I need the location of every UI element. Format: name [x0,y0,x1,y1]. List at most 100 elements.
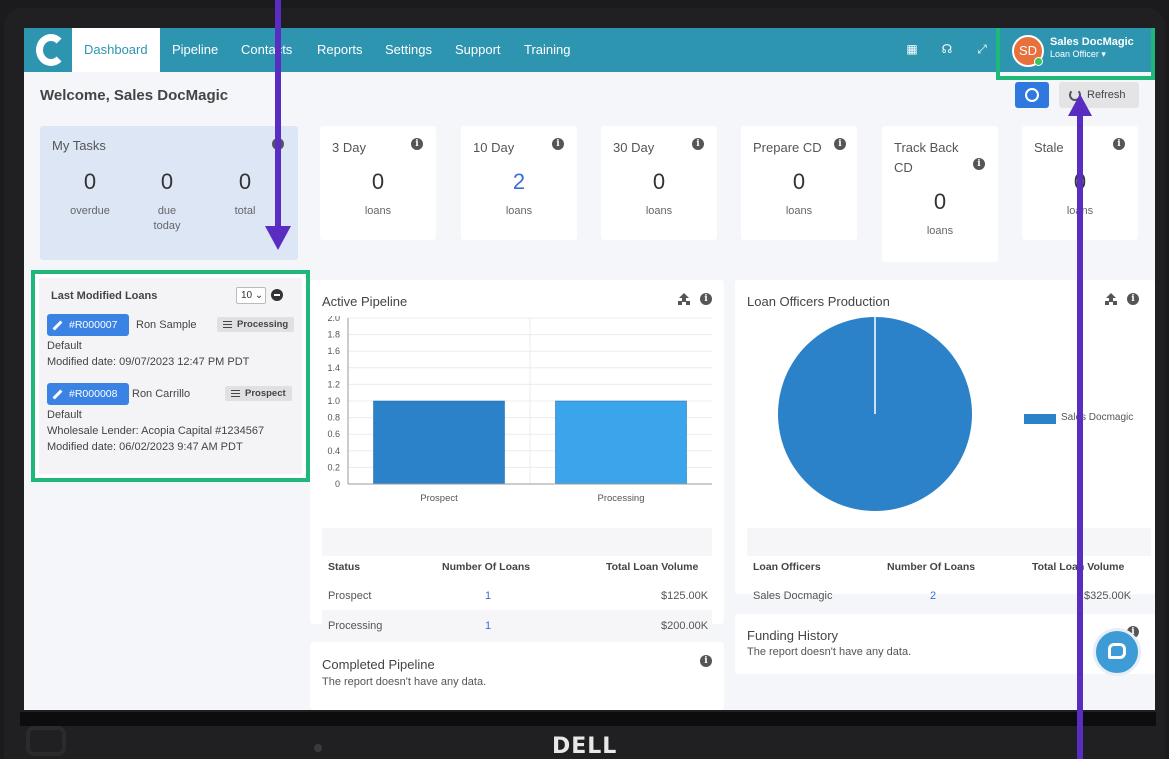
y-tick-label: 1.2 [327,379,340,389]
tasks-title: My Tasks [52,138,106,153]
play-video-button[interactable] [1015,82,1049,108]
loan-link-button[interactable]: #R000007 [47,314,129,336]
user-menu[interactable]: SD Sales DocMagic Loan Officer ▾ [996,28,1155,80]
nav-pipeline[interactable]: Pipeline [172,28,218,72]
headset-icon[interactable]: ☊ [939,41,955,57]
y-tick-label: 0 [335,479,340,489]
loan-link-button[interactable]: #R000008 [47,383,129,405]
stat-unit: loans [785,205,813,217]
page-size-select[interactable]: 10 ⌄ [236,287,266,304]
stat-card-prepare-cd[interactable]: Prepare CD i 0 loans [741,126,857,240]
collapse-icon[interactable] [271,289,283,301]
info-icon[interactable]: i [552,138,564,150]
funding-history-panel: Funding History The report doesn't have … [735,614,1155,674]
laptop-chin [20,712,1156,726]
loan-count-link[interactable]: 2 [930,590,936,602]
stat-value: 0 [792,169,806,194]
panel-title: Loan Officers Production [747,294,890,309]
panel-title: Last Modified Loans [51,290,158,302]
user-role-dropdown[interactable]: Loan Officer ▾ [1050,49,1106,60]
table-cell: Processing [328,620,383,632]
export-icon[interactable] [678,293,690,305]
top-navbar: Dashboard Pipeline Contacts Reports Sett… [24,28,1155,72]
info-icon[interactable]: i [973,158,985,170]
tasks-due-today-label: due today [153,205,181,232]
stat-title: 10 Day [473,140,515,155]
panel-title: Completed Pipeline [322,657,435,672]
y-tick-label: 2.0 [327,316,340,323]
nav-training[interactable]: Training [524,28,570,72]
tasks-overdue-label: overdue [70,205,110,217]
y-tick-label: 0.6 [327,429,340,439]
info-icon[interactable]: i [1113,138,1125,150]
annotation-arrow-head [1068,94,1092,116]
x-tick-label: Processing [598,493,645,504]
user-name: Sales DocMagic [1050,36,1134,48]
borrower-name: Ron Carrillo [132,388,191,400]
column-header: Status [328,561,361,573]
page-size-value: 10 [241,290,253,301]
loan-count-link[interactable]: 1 [485,620,491,632]
stat-unit: loans [364,205,392,217]
nav-dashboard[interactable]: Dashboard [72,28,160,72]
table-cell: $200.00K [661,620,709,632]
info-icon[interactable]: i [1127,293,1139,305]
chat-button[interactable] [1093,628,1141,676]
info-icon[interactable]: i [411,138,423,150]
loan-line: Default [47,409,82,421]
info-icon[interactable]: i [692,138,704,150]
stat-card-30-day[interactable]: 30 Day i 0 loans [601,126,717,240]
table-cell: $325.00K [1084,590,1132,602]
stat-title: Stale [1034,140,1064,155]
stat-value: 0 [933,189,947,214]
stat-value: 0 [371,169,385,194]
stat-title: Prepare CD [753,140,822,155]
loan-line: Default [47,340,82,352]
y-tick-label: 0.8 [327,413,340,423]
stat-card-10-day[interactable]: 10 Day i 2 loans [461,126,577,240]
my-tasks-card: My Tasks i 0 overdue 0 due today 0 total [40,126,298,260]
tasks-total-count[interactable]: 0 [225,169,265,195]
legend-swatch [1024,414,1056,424]
page-title: Welcome, Sales DocMagic [40,87,229,104]
panel-title: Funding History [747,628,839,643]
empty-message: The report doesn't have any data. [747,646,912,658]
calendar-icon[interactable]: ▦ [904,41,920,57]
status-label: Processing [237,319,289,330]
column-header: Loan Officers [753,561,821,573]
export-icon[interactable] [1105,293,1117,305]
status-label: Prospect [245,388,286,399]
info-icon[interactable]: i [700,655,712,667]
tasks-overdue-count[interactable]: 0 [70,169,110,195]
nav-reports[interactable]: Reports [317,28,363,72]
nav-contacts[interactable]: Contacts [241,28,292,72]
loan-id: #R000008 [69,388,118,400]
info-icon[interactable]: i [700,293,712,305]
list-icon [231,390,240,397]
pencil-icon [52,389,63,400]
nav-settings[interactable]: Settings [385,28,432,72]
loan-count-link[interactable]: 1 [485,590,491,602]
stat-unit: loans [926,225,954,237]
app-screen: Dashboard Pipeline Contacts Reports Sett… [24,28,1155,710]
app-logo[interactable] [30,30,70,70]
tasks-due-today-count[interactable]: 0 [147,169,187,195]
panel-title: Active Pipeline [322,294,408,309]
status-badge: Prospect [225,386,292,401]
legend-label: Sales Docmagic [1061,412,1134,423]
loan-line: Modified date: 09/07/2023 12:47 PM PDT [47,356,250,368]
expand-icon[interactable]: ⤢ [974,41,990,57]
info-icon[interactable]: i [834,138,846,150]
stat-card-3-day[interactable]: 3 Day i 0 loans [320,126,436,240]
table-cell: $125.00K [661,590,709,602]
stat-unit: loans [645,205,673,217]
reflection-logo [26,726,66,756]
stat-value[interactable]: 2 [461,169,577,195]
lo-production-chart [778,317,972,511]
nav-support[interactable]: Support [455,28,501,72]
y-tick-label: 1.4 [327,363,340,373]
borrower-name: Ron Sample [136,319,197,331]
status-badge: Processing [217,317,295,332]
stat-card-track-back-cd[interactable]: Track Back CD i 0 loans [882,126,998,262]
table-header-bg [747,528,1151,556]
